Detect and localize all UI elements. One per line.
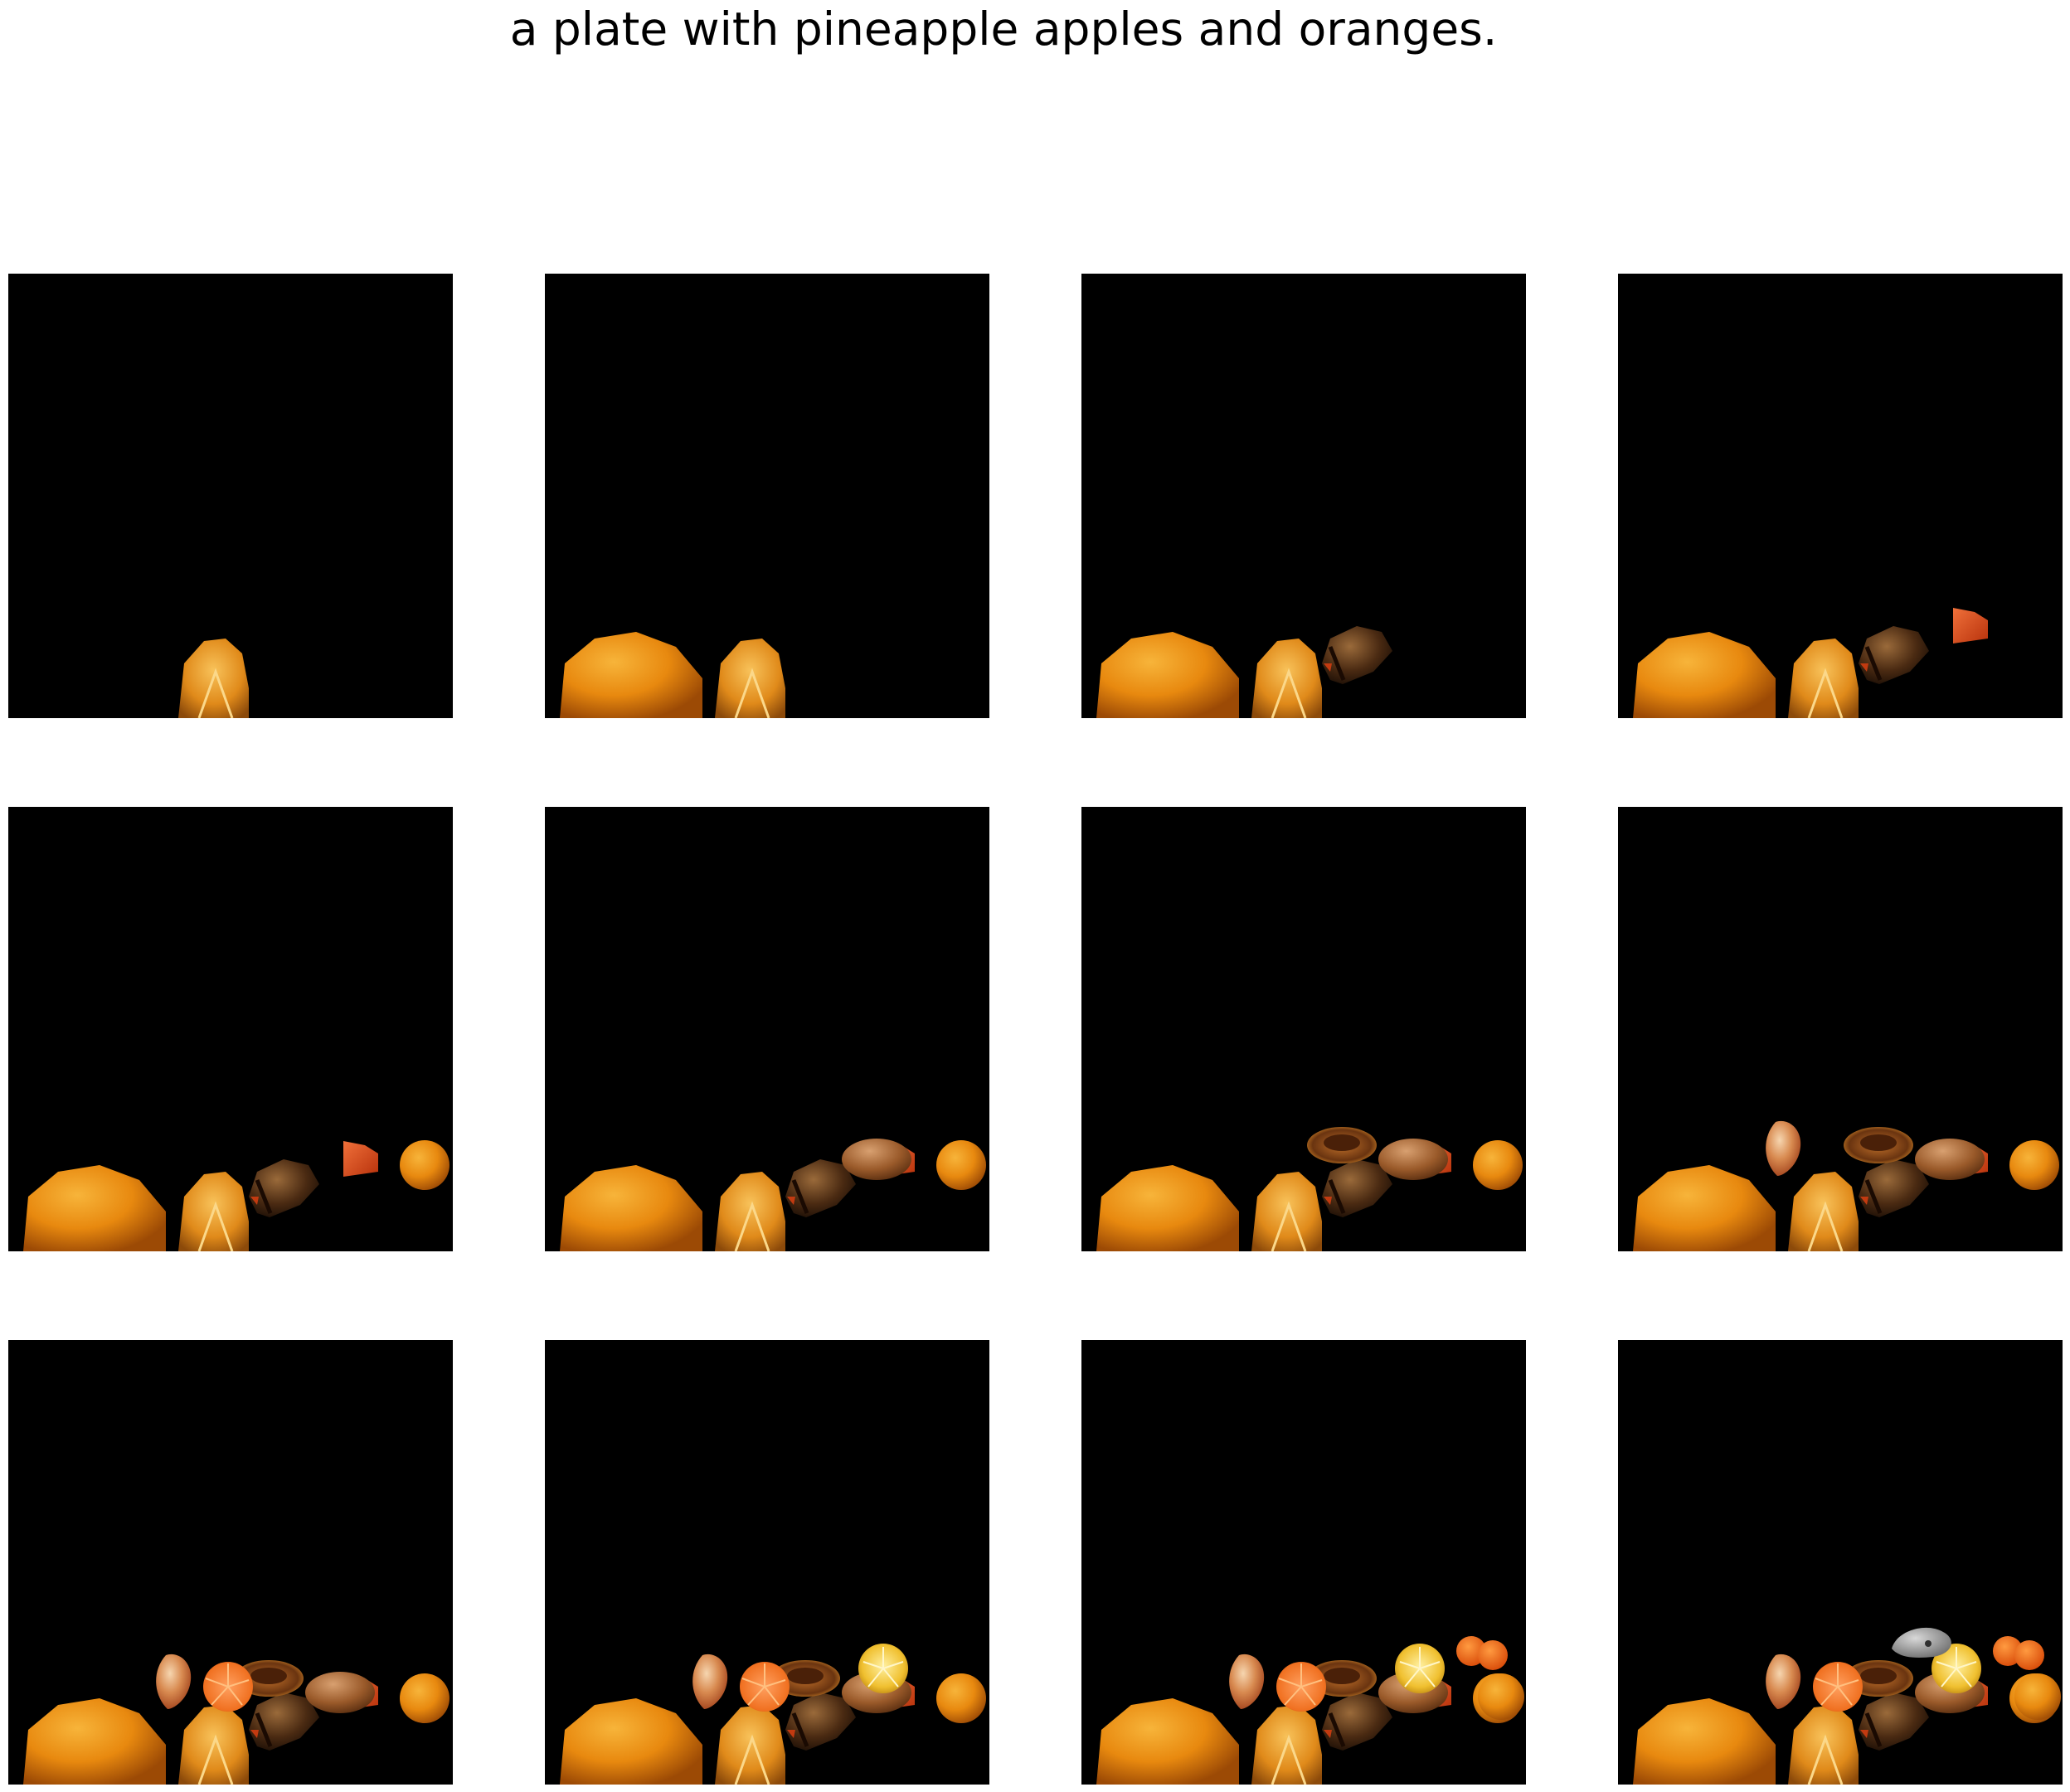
panel-4 <box>1618 274 2063 718</box>
panel-8 <box>1618 807 2063 1251</box>
panel-11-image <box>1096 1636 1524 1785</box>
small-orange-fruit <box>936 1140 986 1190</box>
panel-12-image <box>1633 1627 2061 1785</box>
peach-fruit <box>1766 1654 1801 1709</box>
orange-slice-fruit <box>1788 1172 1859 1251</box>
panel-7 <box>1081 807 1526 1251</box>
dried-orange-slice-fruit <box>1307 1127 1377 1163</box>
small-orange-fruit <box>936 1673 986 1723</box>
orange-fruit <box>1096 632 1239 718</box>
gray-stone-fruit <box>1892 1627 1951 1658</box>
brown-fruit-fruit <box>1378 1139 1448 1180</box>
red-wedge-fruit <box>1953 608 1988 643</box>
panel-5-image <box>23 1140 449 1251</box>
brown-fruit-fruit <box>842 1139 911 1180</box>
orange-slice-fruit <box>1251 1705 1322 1785</box>
panel-4-image <box>1633 608 1988 718</box>
orange-slice-fruit <box>178 1705 249 1785</box>
orange-fruit <box>1096 1698 1239 1785</box>
panel-5 <box>8 807 453 1251</box>
orange-fruit <box>1096 1165 1239 1251</box>
dried-orange-slice-fruit <box>1844 1127 1913 1163</box>
orange-fruit <box>560 632 702 718</box>
orange-slice-fruit <box>715 1705 785 1785</box>
small-orange-fruit <box>400 1140 449 1190</box>
orange-slice-fruit <box>178 1172 249 1251</box>
peach-fruit <box>1229 1654 1265 1709</box>
orange-fruit <box>560 1698 702 1785</box>
orange-fruit <box>560 1165 702 1251</box>
orange-slice-fruit <box>178 639 249 718</box>
panel-7-image <box>1096 1127 1523 1251</box>
small-orange-fruit <box>1473 1140 1523 1190</box>
panel-8-image <box>1633 1120 2059 1251</box>
peach-fruit <box>1766 1120 1801 1176</box>
panel-6 <box>545 807 989 1251</box>
orange-fruit <box>23 1165 166 1251</box>
panel-1 <box>8 274 453 718</box>
panel-9-image <box>23 1654 449 1785</box>
peach-fruit <box>156 1654 192 1709</box>
panel-3 <box>1081 274 1526 718</box>
figure-title: a plate with pineapple apples and orange… <box>509 2 1498 56</box>
dark-fruit-fruit <box>1322 626 1392 684</box>
brown-fruit-fruit <box>1915 1139 1985 1180</box>
tangerines-fruit <box>1456 1636 1524 1720</box>
panel-9 <box>8 1340 453 1785</box>
orange-slice-fruit <box>715 1172 785 1251</box>
panel-10 <box>545 1340 989 1785</box>
panel-11 <box>1081 1340 1526 1785</box>
lemon-half-fruit <box>1395 1644 1445 1693</box>
orange-slice-fruit <box>1788 639 1859 718</box>
lemon-half-fruit <box>858 1644 908 1693</box>
panel-1-image <box>178 639 249 718</box>
orange-slice-fruit <box>1251 639 1322 718</box>
orange-fruit <box>23 1698 166 1785</box>
panel-2-image <box>560 632 785 718</box>
panel-6-image <box>560 1139 986 1251</box>
panel-10-image <box>560 1644 986 1785</box>
orange-fruit <box>1633 632 1776 718</box>
dark-fruit-fruit <box>1859 626 1929 684</box>
tangerines-fruit <box>1993 1636 2061 1720</box>
panel-12 <box>1618 1340 2063 1785</box>
red-wedge-fruit <box>343 1141 378 1177</box>
blood-orange-slice-fruit <box>1276 1662 1326 1712</box>
small-orange-fruit <box>2009 1140 2059 1190</box>
blood-orange-slice-fruit <box>1813 1662 1863 1712</box>
orange-slice-fruit <box>1251 1172 1322 1251</box>
orange-fruit <box>1633 1698 1776 1785</box>
orange-fruit <box>1633 1165 1776 1251</box>
dark-fruit-fruit <box>249 1159 319 1217</box>
peach-fruit <box>692 1654 728 1709</box>
panel-3-image <box>1096 626 1392 718</box>
orange-slice-fruit <box>1788 1705 1859 1785</box>
small-orange-fruit <box>400 1673 449 1723</box>
brown-fruit-fruit <box>305 1672 375 1713</box>
panel-2 <box>545 274 989 718</box>
orange-slice-fruit <box>715 639 785 718</box>
blood-orange-slice-fruit <box>203 1662 253 1712</box>
blood-orange-slice-fruit <box>740 1662 790 1712</box>
